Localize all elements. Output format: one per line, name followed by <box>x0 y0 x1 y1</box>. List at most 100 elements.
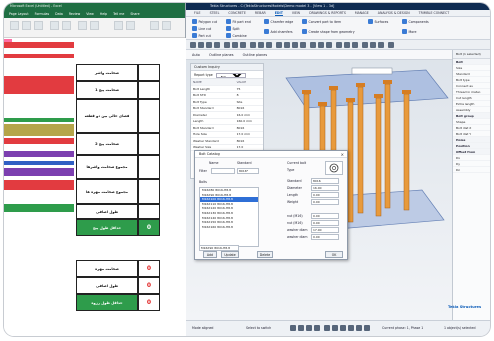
tab-analysis-design[interactable]: ANALYSIS & DESIGN <box>378 10 410 16</box>
value-gap-between-parts[interactable] <box>138 99 160 133</box>
value-extra-length[interactable] <box>138 204 160 219</box>
excel-ribbon-button[interactable] <box>126 21 135 30</box>
tab-manage[interactable]: MANAGE <box>355 10 369 16</box>
weight-field[interactable]: 0.00 <box>311 199 339 205</box>
excel-menu-page-layout[interactable]: Page Layout <box>9 12 29 16</box>
tab-drawings-reports[interactable]: DRAWINGS & REPORTS <box>309 10 346 16</box>
excel-ribbon-button[interactable] <box>22 21 31 30</box>
value-nut-thickness[interactable]: 0 <box>138 260 160 277</box>
snap-icon[interactable] <box>364 325 370 331</box>
value-min-thread-length[interactable]: 0 <box>138 294 160 311</box>
toolbar-icon[interactable] <box>370 42 376 48</box>
excel-menu-formulas[interactable]: Formulas <box>35 12 50 16</box>
line-cut-button[interactable]: Line cut <box>192 26 211 31</box>
value-bolt-thickness-1[interactable] <box>138 81 160 99</box>
toolbar-icon[interactable] <box>284 42 290 48</box>
combine-button[interactable]: Combine <box>226 33 247 38</box>
filter-name-input[interactable] <box>211 168 235 174</box>
excel-ribbon-button[interactable] <box>162 21 171 30</box>
update-button[interactable]: Update <box>221 251 239 258</box>
toolbar-icon[interactable] <box>232 42 238 48</box>
excel-ribbon-button[interactable] <box>150 21 159 30</box>
tab-edit[interactable]: EDIT <box>274 10 283 16</box>
nut2-field[interactable]: 0.00 <box>311 220 339 226</box>
value-washer-thickness[interactable] <box>138 64 160 81</box>
tab-concrete[interactable]: CONCRETE <box>228 10 246 16</box>
snap-icon[interactable] <box>348 325 354 331</box>
length-field[interactable]: 0.00 <box>311 192 339 198</box>
split-button[interactable]: Split <box>226 26 240 31</box>
components-button[interactable]: Components <box>402 19 429 24</box>
add-chamfers-button[interactable]: Add chamfers <box>264 29 293 34</box>
excel-ribbon-button[interactable] <box>62 21 71 30</box>
excel-ribbon-button[interactable] <box>34 21 43 30</box>
nut1-field[interactable]: 0.00 <box>311 213 339 219</box>
diameter-field[interactable]: 16.00 <box>311 185 339 191</box>
value-min-bolt-length[interactable]: 0 <box>138 219 160 236</box>
toolbar-icon[interactable] <box>310 42 316 48</box>
snap-icon[interactable] <box>290 325 296 331</box>
tab-view[interactable]: VIEW <box>292 10 300 16</box>
tab-steel[interactable]: STEEL <box>210 10 220 16</box>
toolbar-icon[interactable] <box>344 42 350 48</box>
surfaces-button[interactable]: Surfaces <box>368 19 388 24</box>
excel-menu-data[interactable]: Data <box>55 12 63 16</box>
select-switch-status[interactable]: Select to switch <box>246 326 271 330</box>
value-extra-length-2[interactable]: 0 <box>138 277 160 294</box>
toolbar-icon[interactable] <box>362 42 368 48</box>
value-bolt-thickness-2[interactable] <box>138 133 160 155</box>
add-button[interactable]: Add <box>203 251 217 258</box>
prop-dz[interactable]: Dz <box>453 167 490 173</box>
snap-icon[interactable] <box>298 325 304 331</box>
toolbar-icon[interactable] <box>250 42 256 48</box>
toolbar-icon[interactable] <box>258 42 264 48</box>
toolbar-icon[interactable] <box>326 42 332 48</box>
excel-menu-share[interactable]: Share <box>130 12 139 16</box>
toolbar-icon[interactable] <box>266 42 272 48</box>
toolbar-icon[interactable] <box>206 42 212 48</box>
snap-icon[interactable] <box>324 325 330 331</box>
fit-part-end-button[interactable]: Fit part end <box>226 19 251 24</box>
report-type-select[interactable]: Bolt <box>215 72 246 78</box>
bolts-list[interactable]: M16X80 8016-H8.8 M16X90 8016-H8.8 M16X10… <box>199 187 259 247</box>
polygon-cut-button[interactable]: Polygon cut <box>192 19 217 24</box>
excel-sheet[interactable]: ضخامت واشر ضخامت پیچ 1 فضای خالی بین دو … <box>4 38 186 336</box>
excel-ribbon-button[interactable] <box>10 21 19 30</box>
filter-standard-input[interactable]: 8016* <box>237 168 259 174</box>
toolbar-icon[interactable] <box>292 42 298 48</box>
excel-ribbon-button[interactable] <box>114 21 123 30</box>
toolbar-icon[interactable] <box>352 42 358 48</box>
part-cut-button[interactable]: Part cut <box>192 33 211 38</box>
create-shape-button[interactable]: Create shape from geometry <box>302 29 355 34</box>
ok-button[interactable]: OK <box>325 251 343 258</box>
convert-part-button[interactable]: Convert part to item <box>302 19 341 24</box>
toolbar-icon[interactable] <box>336 42 342 48</box>
toolbar-icon[interactable] <box>276 42 282 48</box>
snap-icon[interactable] <box>306 325 312 331</box>
toolbar-icon[interactable] <box>240 42 246 48</box>
washer1-field[interactable]: 17.00 <box>311 227 339 233</box>
tab-file[interactable]: FILE <box>194 10 201 16</box>
toolbar-icon[interactable] <box>300 42 306 48</box>
chamfer-edge-button[interactable]: Chamfer edge <box>264 19 293 24</box>
washer2-field[interactable]: 0.00 <box>311 234 339 240</box>
mode-status[interactable]: Mode aligned <box>192 326 213 330</box>
toolbar-icon[interactable] <box>190 42 196 48</box>
value-total-nuts[interactable] <box>138 179 160 204</box>
excel-menu-help[interactable]: Help <box>100 12 107 16</box>
toolbar-icon[interactable] <box>224 42 230 48</box>
excel-ribbon-button[interactable] <box>50 21 59 30</box>
excel-ribbon-button[interactable] <box>78 21 87 30</box>
toolbar-icon[interactable] <box>198 42 204 48</box>
tab-rebar[interactable]: REBAR <box>255 10 266 16</box>
list-item[interactable]: M16X160 8016-H8.8 <box>200 225 258 230</box>
snap-icon[interactable] <box>340 325 346 331</box>
tab-trimble-connect[interactable]: TRIMBLE CONNECT <box>419 10 450 16</box>
snap-icon[interactable] <box>356 325 362 331</box>
excel-menu-review[interactable]: Review <box>69 12 80 16</box>
excel-ribbon-button[interactable] <box>90 21 99 30</box>
snap-icon[interactable] <box>332 325 338 331</box>
snap-icon[interactable] <box>314 325 320 331</box>
standard-field[interactable]: 8016 <box>311 178 339 184</box>
more-button[interactable]: More <box>402 29 416 34</box>
